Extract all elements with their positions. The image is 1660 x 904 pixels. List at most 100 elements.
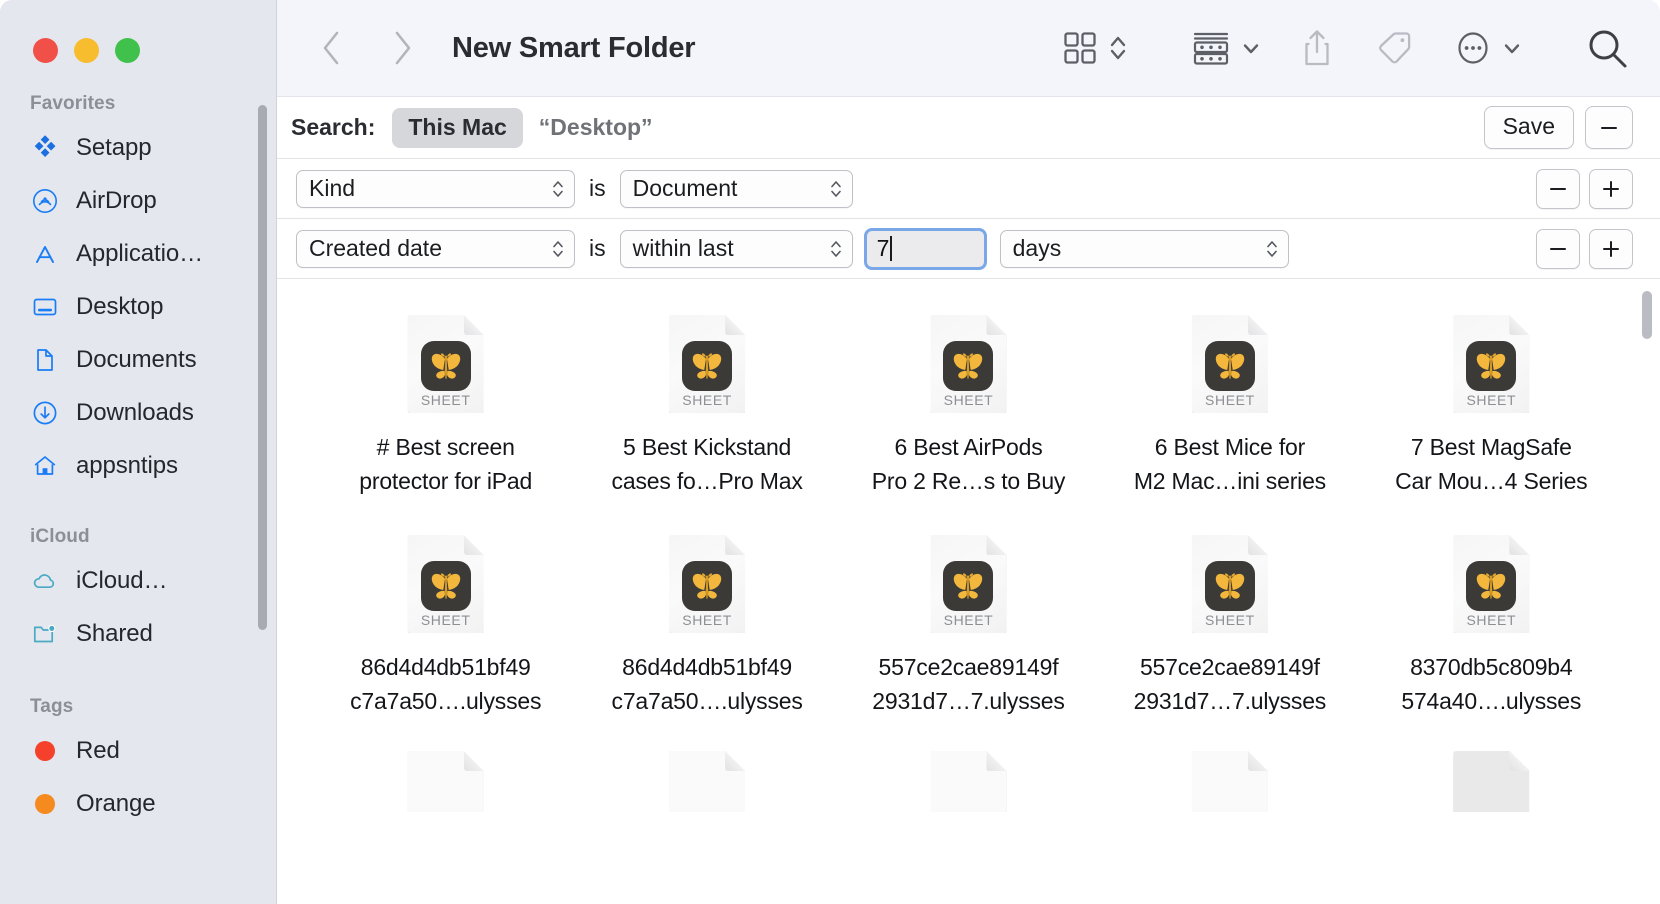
- file-name: 557ce2cae89149f2931d7…7.ulysses: [1134, 650, 1326, 718]
- sidebar-item-appsntips[interactable]: appsntips: [0, 439, 276, 492]
- ulysses-sheet-icon: SHEET: [669, 315, 745, 413]
- file-item[interactable]: SHEET 7 Best MagSafeCar Mou…4 Series: [1361, 305, 1622, 525]
- criteria-row-kind: Kind is Document: [277, 159, 1660, 219]
- file-item[interactable]: SHEET6 Best AirPodsPro 2 Re…s to Buy: [838, 305, 1099, 525]
- file-item[interactable]: SHEET# Best screenprotector for iPad: [315, 305, 576, 525]
- file-name-line1: 86d4d4db51bf49: [622, 654, 792, 680]
- scope-desktop[interactable]: “Desktop”: [539, 114, 653, 141]
- add-criteria-button-2[interactable]: [1589, 229, 1633, 269]
- applications-icon: [31, 240, 59, 268]
- file-name: # Best screenprotector for iPad: [359, 430, 532, 498]
- file-name-line2: cases fo…Pro Max: [612, 464, 803, 498]
- criteria-operator-select-2[interactable]: within last: [620, 230, 853, 268]
- page-fold-corner: [1509, 751, 1529, 771]
- setapp-icon: [31, 134, 59, 162]
- file-item[interactable]: SHEET 5 Best Kickstand cases fo…Pro Max: [576, 305, 837, 525]
- sidebar-item-label: Shared: [76, 620, 153, 648]
- criteria-row-created-date: Created date is within last 7: [277, 219, 1660, 279]
- search-label: Search:: [291, 114, 375, 141]
- file-item[interactable]: SHEET557ce2cae89149f2931d7…7.ulysses: [1099, 525, 1360, 745]
- file-item[interactable]: SHEET86d4d4db51bf49c7a7a50….ulysses: [576, 525, 837, 745]
- file-item[interactable]: SHEET6 Best Mice forM2 Mac…ini series: [1099, 305, 1360, 525]
- criteria-attribute-value-2: Created date: [309, 235, 442, 262]
- butterfly-icon: [943, 341, 993, 391]
- file-name-line1: 86d4d4db51bf49: [361, 654, 531, 680]
- criteria-attribute-select-2[interactable]: Created date: [296, 230, 575, 268]
- sidebar-item-label: appsntips: [76, 452, 178, 480]
- page-fold-corner: [986, 315, 1006, 335]
- file-name-line2: M2 Mac…ini series: [1134, 464, 1326, 498]
- view-mode-button[interactable]: [1061, 24, 1128, 72]
- sidebar-item-applications[interactable]: Applicatio…: [0, 227, 276, 280]
- more-actions-button[interactable]: [1453, 24, 1522, 72]
- sidebar-item-tag-orange[interactable]: Orange: [0, 777, 276, 830]
- close-search-bar-button[interactable]: [1585, 106, 1633, 149]
- sidebar-item-downloads[interactable]: Downloads: [0, 386, 276, 439]
- sidebar-item-label: iCloud…: [76, 567, 167, 595]
- page-fold-corner: [1248, 315, 1268, 335]
- save-button[interactable]: Save: [1484, 106, 1574, 149]
- share-button[interactable]: [1299, 24, 1335, 72]
- forward-button[interactable]: [379, 25, 425, 71]
- criteria-operator-value-2: within last: [633, 235, 734, 262]
- file-name: 557ce2cae89149f2931d7…7.ulysses: [872, 650, 1064, 718]
- home-icon: [31, 452, 59, 480]
- file-name-line1: 5 Best Kickstand: [623, 434, 791, 460]
- file-name: 6 Best Mice forM2 Mac…ini series: [1134, 430, 1326, 498]
- sidebar-item-label: Downloads: [76, 399, 194, 427]
- tag-dot-orange-icon: [31, 790, 59, 818]
- file-item[interactable]: SHEET557ce2cae89149f2931d7…7.ulysses: [838, 525, 1099, 745]
- criteria-value-1: Document: [633, 175, 738, 202]
- search-icon[interactable]: [1584, 24, 1630, 72]
- sidebar-scrollbar[interactable]: [258, 105, 267, 630]
- criteria-attribute-select-1[interactable]: Kind: [296, 170, 575, 208]
- sidebar-section-title-icloud: iCloud: [0, 526, 276, 554]
- add-criteria-button-1[interactable]: [1589, 169, 1633, 209]
- sidebar-item-documents[interactable]: Documents: [0, 333, 276, 386]
- downloads-icon: [31, 399, 59, 427]
- criteria-amount-input[interactable]: 7: [864, 228, 987, 270]
- zoom-button[interactable]: [115, 38, 140, 63]
- group-by-button[interactable]: [1190, 24, 1261, 72]
- file-name-line2: c7a7a50….ulysses: [350, 684, 541, 718]
- sidebar-item-setapp[interactable]: Setapp: [0, 121, 276, 174]
- sidebar-item-desktop[interactable]: Desktop: [0, 280, 276, 333]
- file-item[interactable]: SHEET8370db5c809b4574a40….ulysses: [1361, 525, 1622, 745]
- butterfly-icon: [682, 561, 732, 611]
- criteria-operator-word-2: is: [589, 235, 606, 262]
- remove-criteria-button-2[interactable]: [1536, 229, 1580, 269]
- file-name-line2: Pro 2 Re…s to Buy: [872, 464, 1065, 498]
- minimize-button[interactable]: [74, 38, 99, 63]
- file-name-line2: Car Mou…4 Series: [1395, 464, 1587, 498]
- remove-criteria-button-1[interactable]: [1536, 169, 1580, 209]
- file-item[interactable]: SHEET86d4d4db51bf49c7a7a50….ulysses: [315, 525, 576, 745]
- butterfly-icon: [1466, 561, 1516, 611]
- file-type-label: SHEET: [1453, 612, 1529, 628]
- close-button[interactable]: [33, 38, 58, 63]
- scope-this-mac[interactable]: This Mac: [392, 108, 522, 148]
- finder-window: Favorites Setapp: [0, 0, 1660, 904]
- ulysses-sheet-icon: SHEET: [1453, 315, 1529, 413]
- file-name: 86d4d4db51bf49c7a7a50….ulysses: [612, 650, 803, 718]
- up-down-chevron-icon: [829, 237, 843, 261]
- file-name: 7 Best MagSafeCar Mou…4 Series: [1395, 430, 1587, 498]
- up-down-chevron-icon: [829, 177, 843, 201]
- sidebar-item-airdrop[interactable]: AirDrop: [0, 174, 276, 227]
- file-type-label: SHEET: [1453, 392, 1529, 408]
- criteria-value-select-1[interactable]: Document: [620, 170, 853, 208]
- sidebar-section-title-tags: Tags: [0, 696, 276, 724]
- sidebar: Favorites Setapp: [0, 0, 277, 904]
- chevron-down-icon: [1241, 38, 1261, 58]
- back-button[interactable]: [309, 25, 355, 71]
- tag-button[interactable]: [1373, 24, 1415, 72]
- file-name-line2: 2931d7…7.ulysses: [872, 684, 1064, 718]
- sidebar-item-icloud-drive[interactable]: iCloud…: [0, 554, 276, 607]
- sidebar-item-tag-red[interactable]: Red: [0, 724, 276, 777]
- sidebar-item-shared[interactable]: Shared: [0, 607, 276, 660]
- toolbar: New Smart Folder: [277, 0, 1660, 97]
- page-fold-corner: [1509, 315, 1529, 335]
- traffic-lights: [0, 0, 276, 63]
- butterfly-icon: [421, 341, 471, 391]
- content-scrollbar[interactable]: [1642, 291, 1652, 339]
- criteria-unit-select[interactable]: days: [1000, 230, 1289, 268]
